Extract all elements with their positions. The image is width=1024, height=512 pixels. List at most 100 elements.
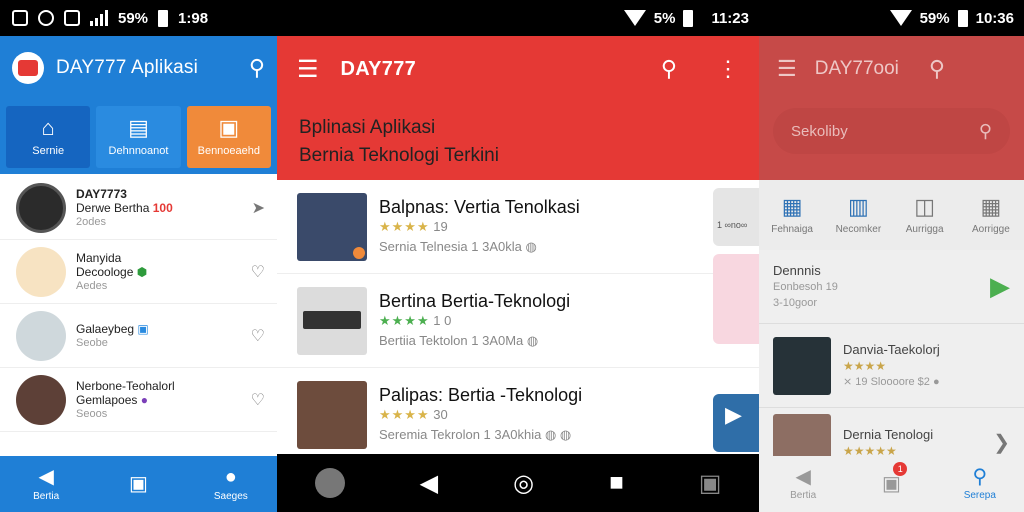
search-icon: ⚲	[972, 466, 988, 488]
nav-bertia[interactable]: ◀ Bertia	[759, 456, 847, 512]
list-item[interactable]: Danvia-Taekolorj ★★★★ ⨯ 19 Sloooore $2 ●	[759, 324, 1024, 408]
battery-percent: 5%	[653, 9, 676, 27]
app-bar: DAY777 Aplikasi ⚲	[0, 36, 277, 100]
list-item[interactable]: Palipas: Bertia -Teknologi ★★★★ 30 Serem…	[277, 368, 759, 454]
list-item[interactable]: Dennnis Eonbesoh 19 3-10goor ▶	[759, 250, 1024, 324]
photo-icon	[64, 10, 80, 26]
menu-icon[interactable]: ☰	[777, 56, 797, 82]
nav-label: Bertia	[33, 490, 60, 502]
list-item[interactable]: Dernia Tenologi ★★★★★ ❯	[759, 408, 1024, 456]
item-title: Nerbone-Teohalorl	[76, 378, 175, 393]
rating-stars: ★★★★	[379, 312, 430, 328]
item-meta: Aedes	[76, 279, 108, 292]
search-icon[interactable]: ⚲	[929, 56, 945, 82]
list-item[interactable]: DAY7773 Derwe Bertha 100 2odes ➤	[0, 176, 277, 240]
signal-icon	[90, 10, 108, 26]
app-badge-icon: ▣	[137, 321, 149, 336]
list-item[interactable]: Nerbone-Teohalorl Gemlapoes ● Seoos ♡	[0, 368, 277, 432]
category-bag[interactable]: ▣ Bennoeaehd	[186, 106, 271, 168]
app-logo	[12, 52, 44, 84]
item-subtitle: Derwe Bertha	[76, 200, 150, 215]
list-item[interactable]: Balpnas: Vertia Tenolkasi ★★★★ 19 Sernia…	[277, 180, 759, 274]
heart-icon[interactable]: ♡	[251, 326, 265, 346]
board-icon: ◫	[914, 193, 936, 219]
chevron-right-icon[interactable]: ❯	[993, 430, 1010, 455]
search-icon[interactable]: ⚲	[661, 56, 677, 82]
category-label: Aorrigge	[971, 223, 1010, 235]
category-label: Sernie	[32, 145, 65, 157]
heart-icon[interactable]: ♡	[251, 390, 265, 410]
item-title: Palipas: Bertia -Teknologi	[379, 384, 583, 405]
assistant-icon[interactable]	[314, 468, 345, 498]
search-input[interactable]: Sekoliby ⚲	[773, 108, 1010, 154]
app-switch-icon[interactable]: ▣	[699, 469, 722, 498]
rating-value: 19	[433, 218, 448, 234]
more-vert-icon[interactable]: ⋮	[717, 56, 739, 82]
item-meta: Seoos	[76, 407, 108, 420]
play-icon[interactable]: ▶	[990, 271, 1010, 302]
category-tab[interactable]: ▦ Fehnaiga	[759, 180, 825, 250]
play-arrow-icon[interactable]: ▶	[713, 394, 759, 452]
document-icon: ▤	[128, 115, 149, 140]
item-meta: Bertiia Tektolon 1 3A0Ma ◍	[379, 332, 539, 348]
status-bar: 5% 11:23	[277, 0, 759, 36]
wifi-icon	[623, 10, 646, 26]
category-tab[interactable]: ▥ Necomker	[825, 180, 891, 250]
clock: 11:23	[711, 9, 749, 27]
category-tabs: ▦ Fehnaiga ▥ Necomker ◫ Aurrigga ▦ Aorri…	[759, 180, 1024, 250]
category-tab[interactable]: ▦ Aorrigge	[958, 180, 1024, 250]
home-circle-icon[interactable]: ◎	[513, 469, 534, 498]
bag-icon: ▣	[882, 473, 901, 495]
app-list: Balpnas: Vertia Tenolkasi ★★★★ 19 Sernia…	[277, 180, 759, 454]
bag-icon: ▣	[129, 473, 148, 495]
list-item[interactable]: Galaeybeg ▣ Seobe ♡	[0, 304, 277, 368]
menu-icon[interactable]: ☰	[297, 55, 319, 84]
bottom-nav: ◀ Bertia ▣ ● Saeges	[0, 456, 277, 512]
play-icon: ◀	[795, 466, 811, 488]
battery-percent: 59%	[118, 9, 149, 27]
list-item[interactable]: Manyida Decoologe ⬢ Aedes ♡	[0, 240, 277, 304]
battery-icon	[158, 9, 169, 27]
nav-bag[interactable]: ▣	[92, 456, 184, 512]
side-card[interactable]	[713, 254, 759, 344]
rating-stars: ★★★★	[379, 218, 430, 234]
clock: 10:36	[975, 9, 1014, 27]
app-thumbnail	[297, 192, 367, 261]
item-meta: Sernia Telnesia 1 3A0kla ◍	[379, 238, 537, 254]
search-area: Sekoliby ⚲	[759, 102, 1024, 180]
bottom-nav: ◀ Bertia ▣ 1 ⚲ Serepa	[759, 456, 1024, 512]
nav-bag[interactable]: ▣ 1	[847, 456, 935, 512]
nav-saeges[interactable]: ● Saeges	[185, 456, 277, 512]
category-document[interactable]: ▤ Dehnnoanot	[96, 106, 181, 168]
send-icon[interactable]: ➤	[252, 198, 265, 218]
rating-stars: ★★★★★	[843, 443, 897, 457]
phone-screen-muted: 59% 10:36 ☰ DAY77ooi ⚲ Sekoliby ⚲ ▦ Fehn…	[759, 0, 1024, 512]
app-thumbnail	[773, 413, 831, 456]
search-icon[interactable]: ⚲	[249, 55, 265, 81]
nav-serepa[interactable]: ⚲ Serepa	[936, 456, 1024, 512]
category-tab[interactable]: ◫ Aurrigga	[892, 180, 958, 250]
rating-stars: ★★★★	[379, 406, 430, 422]
status-bar: 59% 10:36	[759, 0, 1024, 36]
back-icon[interactable]: ◀	[420, 469, 438, 498]
category-label: Aurrigga	[905, 223, 944, 235]
rating-stars: ★★★★	[843, 358, 887, 373]
side-card[interactable]: 1 ∞no∞	[713, 188, 759, 246]
app-thumbnail	[297, 286, 367, 355]
list-item[interactable]: Bertina Bertia-Teknologi ★★★★ 1 0 Bertii…	[277, 254, 759, 368]
battery-percent: 59%	[919, 9, 950, 27]
category-label: Dehnnoanot	[108, 145, 169, 157]
rating-value: 1 0	[433, 312, 452, 328]
item-badge: 100	[152, 200, 173, 215]
nav-bertia[interactable]: ◀ Bertia	[0, 456, 92, 512]
grid-icon: ▦	[980, 193, 1002, 219]
avatar	[16, 246, 66, 297]
heart-icon[interactable]: ♡	[251, 262, 265, 282]
bag-icon: ▣	[218, 115, 240, 140]
category-home[interactable]: ⌂ Sernie	[6, 106, 91, 168]
item-title: DAY7773	[76, 186, 127, 201]
item-meta: ⨯ 19 Sloooore $2 ●	[843, 375, 940, 388]
app-title: DAY777	[340, 57, 417, 80]
avatar	[16, 310, 66, 361]
recents-icon[interactable]: ■	[609, 469, 624, 497]
